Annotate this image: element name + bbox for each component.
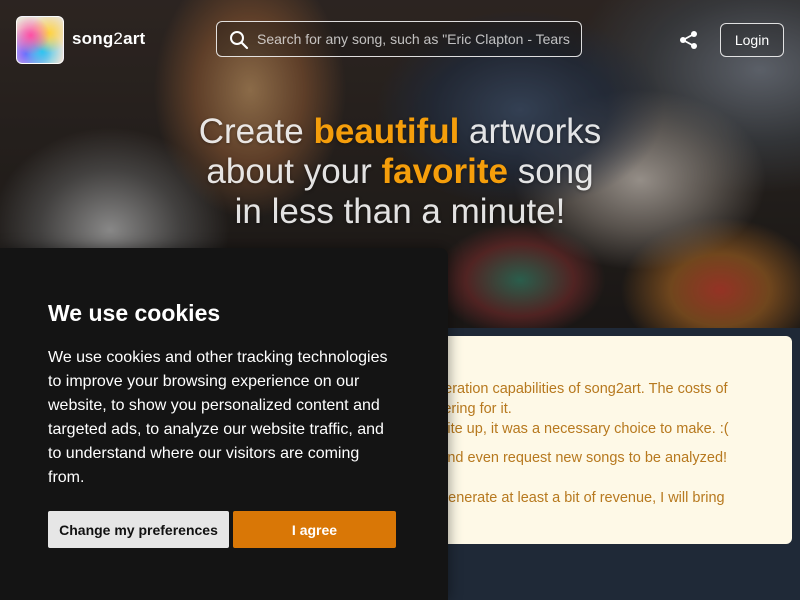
notice-line: eneration capabilities of song2art. The … [428, 381, 728, 397]
headline-text: artworks [459, 112, 602, 151]
brand-wordmark[interactable]: song2art [72, 29, 145, 49]
search-box[interactable] [216, 21, 582, 57]
login-button[interactable]: Login [720, 23, 784, 57]
brand-part-song: song [72, 29, 114, 48]
top-bar: song2art Login [0, 0, 800, 80]
headline-line-1: Create beautiful artworks [100, 112, 700, 152]
cookie-title: We use cookies [48, 300, 221, 326]
brand-part-2: 2 [113, 29, 124, 48]
hero-headline: Create beautiful artworks about your fav… [100, 112, 700, 232]
share-icon[interactable] [678, 29, 700, 51]
cookie-description: We use cookies and other tracking techno… [48, 349, 388, 486]
headline-highlight: favorite [381, 152, 508, 191]
brand-part-art: art [123, 29, 146, 48]
notice-line: n generate at least a bit of revenue, I … [428, 490, 725, 506]
search-icon [230, 31, 249, 50]
headline-text: about your [206, 152, 382, 191]
headline-highlight: beautiful [313, 112, 460, 151]
change-preferences-button[interactable]: Change my preferences [48, 511, 229, 548]
headline-line-3: in less than a minute! [234, 192, 566, 231]
headline-text: Create [198, 112, 314, 151]
notice-line: s and even request new songs to be analy… [428, 450, 728, 466]
headline-line-2: about your favorite song [100, 152, 700, 192]
cookie-consent-dialog: We use cookies We use cookies and other … [0, 248, 448, 600]
headline-text: song [507, 152, 594, 191]
notice-line: g site up, it was a necessary choice to … [428, 421, 729, 437]
notice-panel: eneration capabilities of song2art. The … [428, 336, 792, 544]
album-art-logo[interactable] [16, 16, 64, 64]
agree-button[interactable]: I agree [233, 511, 396, 548]
search-input[interactable] [257, 22, 573, 56]
